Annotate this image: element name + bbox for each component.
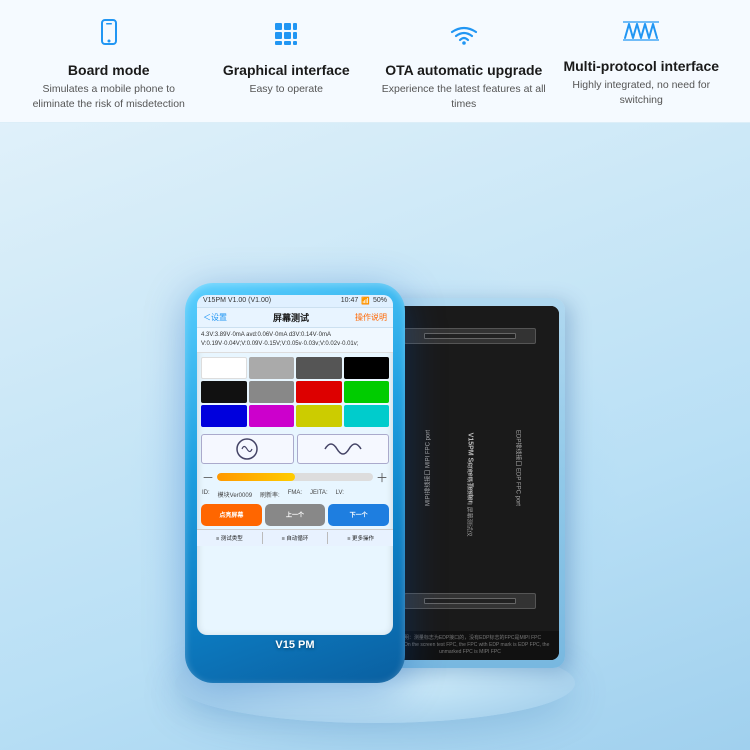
info-row: ID: 模块Ver0009 刷新率: FMA: JEITA: LV: [197, 488, 393, 501]
board-middle: MIPI排线接口 MIPI FPC port EDP排线接口 EDP FPC p… [381, 366, 559, 571]
grid-icon [270, 18, 302, 55]
color-cell-black1[interactable] [344, 357, 390, 379]
back-board-inner: MIPI排线接口 MIPI FPC port EDP排线接口 EDP FPC p… [381, 306, 559, 660]
feature-graphical: Graphical interface Easy to operate [201, 18, 371, 97]
connector-bottom-area [381, 571, 559, 631]
info-jeita: JEITA: [310, 490, 328, 499]
menu-test-type[interactable]: ≡ 测试类型 [197, 532, 263, 544]
color-cell-lightgray[interactable] [249, 357, 295, 379]
color-cell-yellow[interactable] [296, 405, 342, 427]
status-bar: V15PM V1.00 (V1.00) 10:47 📶 50% [197, 295, 393, 308]
prog-plus-icon[interactable]: ＋ [376, 469, 388, 486]
info-lv: LV: [336, 490, 344, 499]
voltage-line2: V:0.19V·0.04V;V:0.09V·0.15V;V:0.05v·0.03… [201, 340, 389, 349]
progress-bar-bg[interactable] [217, 473, 373, 481]
info-model: 模块Ver0009 [218, 490, 252, 499]
color-cell-red[interactable] [296, 381, 342, 403]
btn-prev[interactable]: 上一个 [265, 504, 326, 526]
nav-action[interactable]: 操作说明 [355, 312, 387, 323]
ota-title: OTA automatic upgrade [385, 61, 542, 79]
color-cell-gray[interactable] [249, 381, 295, 403]
color-grid [197, 353, 393, 431]
nav-bar: ＜设置 屏幕测试 操作说明 [197, 308, 393, 328]
color-cell-blue[interactable] [201, 405, 247, 427]
front-device: V15PM V1.00 (V1.00) 10:47 📶 50% ＜设置 屏幕测试… [185, 283, 405, 683]
progress-bar-fill [217, 473, 295, 481]
connector-top-area [381, 306, 559, 366]
bottom-menu: ≡ 测试类型 ≡ 自动循环 ≡ 更多操作 [197, 529, 393, 546]
wifi-status-icon: 📶 [361, 297, 370, 305]
wifi-icon [448, 18, 480, 55]
voltage-info: 4.3V:3.89V·0mA avd:0.06V·0mA d3V:0.14V·0… [197, 328, 393, 353]
status-time: 10:47 [341, 297, 359, 304]
prog-minus-icon[interactable]: － [202, 469, 214, 486]
board-label-mipi: MIPI排线接口 MIPI FPC port [423, 430, 432, 506]
feature-multi-protocol: Multi-protocol interface Highly integrat… [556, 18, 726, 108]
multi-title: Multi-protocol interface [563, 57, 719, 75]
connector-bar-top [424, 333, 516, 339]
color-cell-white[interactable] [201, 357, 247, 379]
wave-box-sine [297, 434, 390, 464]
connector-bar-bottom [424, 598, 516, 604]
battery-status: 50% [373, 297, 387, 304]
status-model: V15PM V1.00 (V1.00) [203, 297, 271, 304]
graphical-title: Graphical interface [223, 61, 350, 79]
ota-desc: Experience the latest features at all ti… [379, 82, 549, 111]
feature-ota: OTA automatic upgrade Experience the lat… [379, 18, 549, 112]
connector-slot-top [404, 328, 537, 344]
info-fma: FMA: [288, 490, 302, 499]
product-area: V15PM V1.00 (V1.00) 10:47 📶 50% ＜设置 屏幕测试… [0, 133, 750, 723]
menu-more-ops[interactable]: ≡ 更多操作 [328, 532, 393, 544]
btn-light-screen[interactable]: 点亮屏幕 [201, 504, 262, 526]
status-right: 10:47 📶 50% [341, 297, 387, 305]
device-screen: V15PM V1.00 (V1.00) 10:47 📶 50% ＜设置 屏幕测试… [197, 295, 393, 635]
color-cell-darkgray[interactable] [296, 357, 342, 379]
progress-area: － ＋ [197, 467, 393, 488]
nav-title: 屏幕测试 [273, 311, 309, 324]
device-label: V15 PM [275, 639, 314, 651]
graphical-desc: Easy to operate [249, 82, 323, 97]
phone-icon [93, 18, 125, 55]
color-cell-cyan[interactable] [344, 405, 390, 427]
board-note: 说明：测量标志为EDP接口的，没有EDP标志的FPC是MIPI FPC Note… [381, 631, 559, 660]
board-sub: JCID·精诚创新 ‖ 屏幕测试仪 [466, 461, 475, 536]
color-cell-green[interactable] [344, 381, 390, 403]
menu-auto-loop[interactable]: ≡ 自动循环 [263, 532, 329, 544]
nav-back[interactable]: ＜设置 [203, 312, 227, 323]
board-mode-desc: Simulates a mobile phone to eliminate th… [24, 82, 194, 111]
board-label-edp: EDP排线接口 EDP FPC port [515, 430, 524, 506]
color-cell-magenta[interactable] [249, 405, 295, 427]
connector-slot-bottom [404, 593, 537, 609]
btn-next[interactable]: 下一个 [328, 504, 389, 526]
action-buttons: 点亮屏幕 上一个 下一个 [197, 501, 393, 529]
info-id: ID: [202, 490, 210, 499]
voltage-line1: 4.3V:3.89V·0mA avd:0.06V·0mA d3V:0.14V·0… [201, 331, 389, 340]
features-row: Board mode Simulates a mobile phone to e… [0, 0, 750, 123]
wave-box-circle [201, 434, 294, 464]
info-refresh: 刷新率: [260, 490, 280, 499]
board-mode-title: Board mode [68, 61, 150, 79]
multi-desc: Highly integrated, no need for switching [556, 78, 726, 107]
color-cell-black2[interactable] [201, 381, 247, 403]
wave-area [197, 431, 393, 467]
wave-icon [623, 18, 659, 51]
device-wrapper: V15PM V1.00 (V1.00) 10:47 📶 50% ＜设置 屏幕测试… [185, 283, 565, 683]
feature-board-mode: Board mode Simulates a mobile phone to e… [24, 18, 194, 112]
